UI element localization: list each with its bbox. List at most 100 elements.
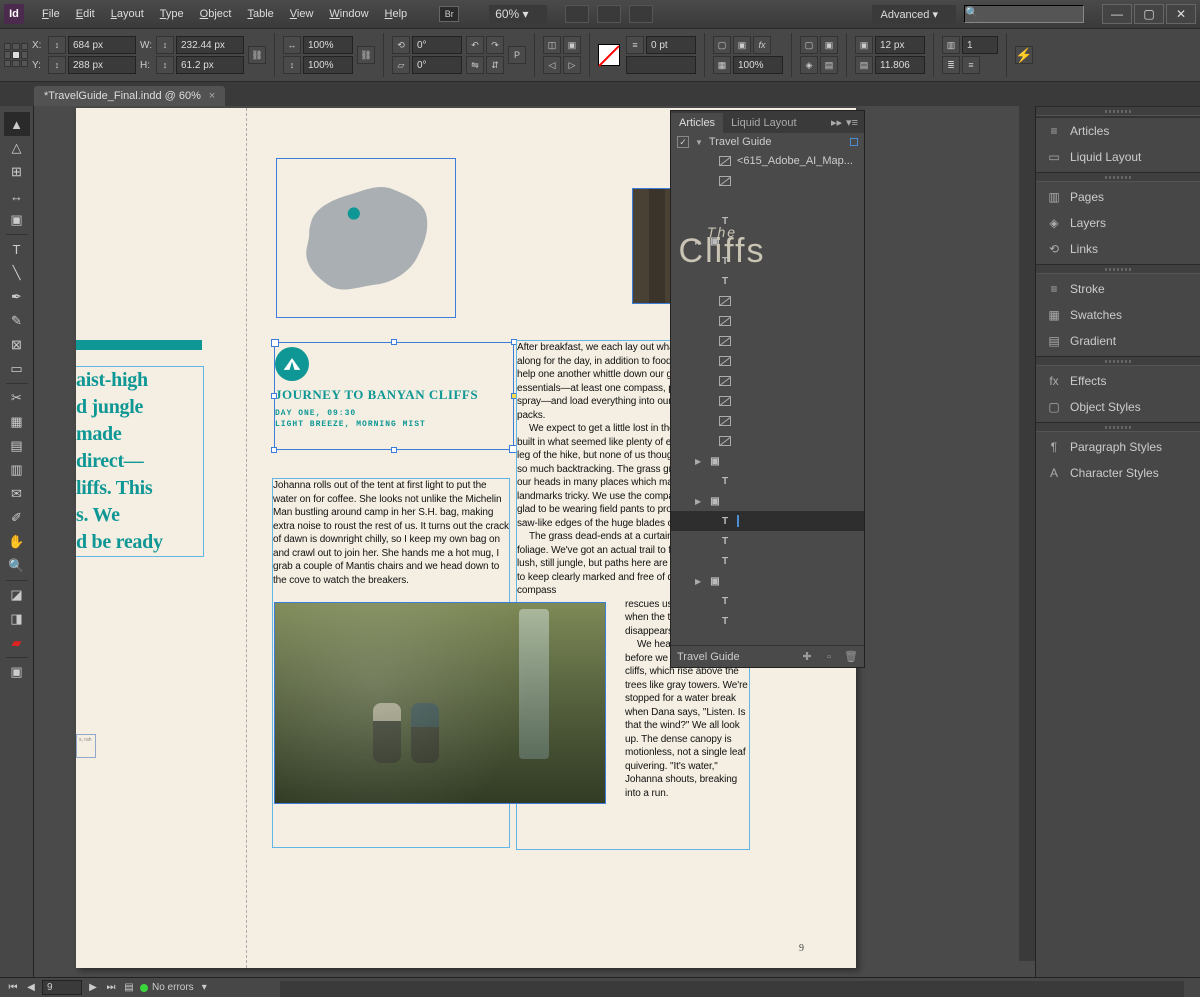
add-item-icon[interactable]: ✚: [800, 650, 814, 664]
x-input[interactable]: [68, 36, 136, 54]
note-tool[interactable]: ✉: [4, 482, 30, 506]
flip-v-icon[interactable]: ⇵: [486, 56, 504, 74]
frame-fit-icon[interactable]: ▣: [855, 36, 873, 54]
span-icon[interactable]: ≡: [962, 56, 980, 74]
article-item[interactable]: [671, 391, 864, 411]
scissors-tool[interactable]: ✂: [4, 386, 30, 410]
frame-fit-icon-2[interactable]: ▤: [855, 56, 873, 74]
article-item[interactable]: [671, 431, 864, 451]
next-obj-icon[interactable]: ▷: [563, 56, 581, 74]
new-article-icon[interactable]: ▫: [822, 650, 836, 664]
dock-stroke[interactable]: ≡Stroke: [1036, 276, 1200, 302]
page-field[interactable]: 9: [42, 980, 82, 995]
scale-y-input[interactable]: [303, 56, 353, 74]
gradient-swatch-tool[interactable]: ▤: [4, 434, 30, 458]
menu-layout[interactable]: Layout: [103, 4, 152, 24]
gap-h-input[interactable]: [875, 56, 925, 74]
hand-tool[interactable]: ✋: [4, 530, 30, 554]
zoom-tool[interactable]: 🔍: [4, 554, 30, 578]
search-input[interactable]: 🔍: [964, 5, 1084, 23]
article-item[interactable]: [671, 411, 864, 431]
minimize-button[interactable]: —: [1102, 4, 1132, 24]
preflight-menu-icon[interactable]: ▾: [202, 982, 207, 993]
close-tab-icon[interactable]: ×: [209, 90, 215, 102]
menu-object[interactable]: Object: [192, 4, 240, 24]
article-item[interactable]: [671, 311, 864, 331]
opacity-input[interactable]: [733, 56, 783, 74]
menu-file[interactable]: File: [34, 4, 68, 24]
hiking-image-frame[interactable]: [274, 602, 606, 804]
next-page-icon[interactable]: ▶: [86, 981, 100, 995]
stroke-weight-input[interactable]: [646, 36, 696, 54]
article-item[interactable]: ▶▣: [671, 491, 864, 511]
article-options-icon[interactable]: [850, 138, 858, 146]
fx-icon[interactable]: ▢: [713, 36, 731, 54]
dock-character-styles[interactable]: ACharacter Styles: [1036, 460, 1200, 486]
dock-paragraph-styles[interactable]: ¶Paragraph Styles: [1036, 434, 1200, 460]
article-item[interactable]: T: [671, 511, 864, 531]
rotate-ccw-icon[interactable]: ↶: [466, 36, 484, 54]
article-item[interactable]: T: [671, 551, 864, 571]
chevron-right-icon[interactable]: ▶: [695, 497, 703, 506]
article-item[interactable]: [671, 371, 864, 391]
article-item[interactable]: T: [671, 271, 864, 291]
panel-tab-articles[interactable]: Articles: [671, 113, 723, 133]
fill-swatch[interactable]: [598, 44, 620, 66]
select-content-icon[interactable]: ▣: [563, 36, 581, 54]
cols-input[interactable]: [962, 36, 998, 54]
open-icon[interactable]: ▤: [122, 981, 136, 995]
dock-articles[interactable]: ≡Articles: [1036, 118, 1200, 144]
menu-window[interactable]: Window: [321, 4, 376, 24]
h-input[interactable]: [176, 56, 244, 74]
article-item[interactable]: [671, 171, 864, 191]
p-icon[interactable]: P: [508, 46, 526, 64]
panel-collapse-icon[interactable]: ▸▸: [831, 116, 842, 129]
wrap-none-icon[interactable]: ▢: [800, 36, 818, 54]
vertical-scrollbar[interactable]: [1019, 106, 1035, 961]
wrap-bounding-icon[interactable]: ▣: [820, 36, 838, 54]
dock-liquid-layout[interactable]: ▭Liquid Layout: [1036, 144, 1200, 170]
prev-page-icon[interactable]: ◀: [24, 981, 38, 995]
article-item[interactable]: ▶▣: [671, 571, 864, 591]
menu-type[interactable]: Type: [152, 4, 192, 24]
selection-tool[interactable]: ▲: [4, 112, 30, 136]
dock-layers[interactable]: ◈Layers: [1036, 210, 1200, 236]
dock-pages[interactable]: ▥Pages: [1036, 184, 1200, 210]
menu-view[interactable]: View: [282, 4, 322, 24]
map-frame[interactable]: [276, 158, 456, 318]
chevron-right-icon[interactable]: ▶: [695, 457, 703, 466]
workspace-select[interactable]: Advanced ▾: [872, 5, 956, 24]
article-item[interactable]: [671, 331, 864, 351]
free-transform-tool[interactable]: ▦: [4, 410, 30, 434]
gap-tool[interactable]: ↔: [4, 184, 30, 208]
gradient-feather-tool[interactable]: ▥: [4, 458, 30, 482]
panel-tab-liquid-layout[interactable]: Liquid Layout: [723, 113, 804, 133]
rectangle-frame-tool[interactable]: ⊠: [4, 333, 30, 357]
articles-list[interactable]: ✓ ▼ Travel Guide <615_Adobe_AI_Map...T▶▣…: [671, 133, 864, 645]
article-root[interactable]: ✓ ▼ Travel Guide: [671, 133, 864, 151]
article-checkbox[interactable]: ✓: [677, 136, 689, 148]
y-input[interactable]: [68, 56, 136, 74]
reference-point-proxy[interactable]: [4, 43, 28, 67]
article-item[interactable]: T: [671, 471, 864, 491]
rotate-input[interactable]: [412, 36, 462, 54]
drop-shadow-icon[interactable]: ▣: [733, 36, 751, 54]
close-button[interactable]: ✕: [1166, 4, 1196, 24]
last-page-icon[interactable]: ⏭: [104, 981, 118, 995]
dock-effects[interactable]: fxEffects: [1036, 368, 1200, 394]
scale-x-input[interactable]: [303, 36, 353, 54]
selected-text-frame[interactable]: JOURNEY TO BANYAN CLIFFS DAY ONE, 09:30 …: [274, 342, 514, 450]
article-item[interactable]: [671, 351, 864, 371]
balance-icon[interactable]: ≣: [942, 56, 960, 74]
constrain-scale-icon[interactable]: ⛓: [357, 46, 375, 64]
constrain-wh-icon[interactable]: ⛓: [248, 46, 266, 64]
article-item[interactable]: [671, 291, 864, 311]
shear-input[interactable]: [412, 56, 462, 74]
dock-gradient[interactable]: ▤Gradient: [1036, 328, 1200, 354]
preflight-status[interactable]: No errors: [152, 982, 194, 993]
view-mode-toggle[interactable]: ▣: [4, 660, 30, 684]
pen-tool[interactable]: ✒: [4, 285, 30, 309]
article-item[interactable]: ▶▣: [671, 451, 864, 471]
content-collector-tool[interactable]: ▣: [4, 208, 30, 232]
direct-selection-tool[interactable]: △: [4, 136, 30, 160]
